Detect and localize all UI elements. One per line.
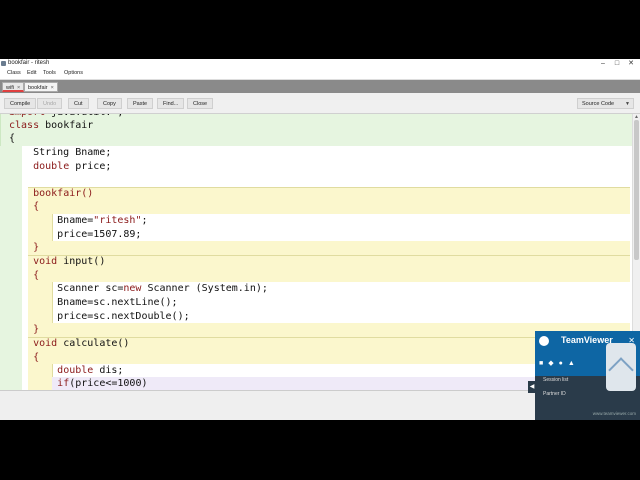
code-line-11: } xyxy=(33,242,40,253)
tab-bookfair[interactable]: bookfair × xyxy=(24,82,58,92)
code-line-19: { xyxy=(33,352,40,363)
code-line-13: { xyxy=(33,270,40,281)
code-line-14: Scanner sc=new Scanner (System.in); xyxy=(9,283,268,294)
teamviewer-brand: TeamViewer xyxy=(561,335,613,345)
teamviewer-session[interactable]: Session list xyxy=(543,377,568,383)
tab-label: wifi xyxy=(6,85,14,91)
undo-button[interactable]: Undo xyxy=(37,98,63,109)
code-line-9: Bname="ritesh"; xyxy=(9,215,148,226)
view-mode-select[interactable]: Source Code ▼ xyxy=(577,98,634,109)
code-line-15: Bname=sc.nextLine(); xyxy=(9,297,178,308)
maximize-button[interactable]: □ xyxy=(610,59,624,69)
tab-wifi[interactable]: wifi × xyxy=(2,82,25,92)
teamviewer-partner: Partner ID xyxy=(543,391,566,397)
code-line-5: double price; xyxy=(33,161,112,172)
tab-label: bookfair xyxy=(28,85,48,91)
teamviewer-toolbar-icons[interactable]: ■◆●▲ xyxy=(539,359,580,367)
toolbar: Compile Undo Cut Copy Paste Find... Clos… xyxy=(0,93,640,114)
chevron-down-icon: ▼ xyxy=(625,101,630,107)
chevron-up-icon xyxy=(608,357,634,383)
app-icon xyxy=(1,61,6,66)
close-icon[interactable]: × xyxy=(51,85,54,91)
code-line-20: double dis; xyxy=(57,365,124,376)
menu-options[interactable]: Options xyxy=(64,70,83,76)
window-title: bookfair - ritesh xyxy=(8,60,50,66)
view-mode-label: Source Code xyxy=(582,101,615,107)
code-line-10: price=1507.89; xyxy=(9,229,142,240)
close-icon[interactable]: × xyxy=(17,85,20,91)
teamviewer-expand-button[interactable] xyxy=(606,343,636,391)
minimize-button[interactable]: – xyxy=(596,59,610,69)
scrollbar-thumb[interactable] xyxy=(634,120,639,260)
title-bar: bookfair - ritesh – □ ✕ xyxy=(0,59,640,69)
paste-button[interactable]: Paste xyxy=(127,98,154,109)
teamviewer-site[interactable]: www.teamviewer.com xyxy=(593,411,636,416)
menu-bar: Class Edit Tools Options xyxy=(0,69,640,80)
code-line-16: price=sc.nextDouble(); xyxy=(9,311,190,322)
code-line-2: class bookfair xyxy=(9,120,94,131)
close-button[interactable]: Close xyxy=(187,98,214,109)
teamviewer-collapse-button[interactable]: ◀ xyxy=(528,381,536,393)
teamviewer-panel: TeamViewer ✕ ■◆●▲ Session list Partner I… xyxy=(535,331,640,420)
code-line-4: String Bname; xyxy=(9,147,112,158)
code-line-8: { xyxy=(33,201,40,212)
tab-bar: wifi × bookfair × xyxy=(0,80,640,93)
class-name: bookfair xyxy=(45,120,94,131)
code-line-21: if(price<=1000) xyxy=(57,378,148,389)
teamviewer-logo-icon xyxy=(539,336,549,346)
code-line-12: void input() xyxy=(33,256,106,267)
code-line-1-rest: java.util.*; xyxy=(51,114,123,118)
compile-button[interactable]: Compile xyxy=(4,98,37,109)
find-button[interactable]: Find... xyxy=(157,98,185,109)
code-line-7: bookfair() xyxy=(33,188,94,199)
cut-button[interactable]: Cut xyxy=(68,98,89,109)
menu-edit[interactable]: Edit xyxy=(27,70,36,76)
code-line-17: } xyxy=(33,324,40,335)
close-window-button[interactable]: ✕ xyxy=(624,59,638,69)
code-line-18: void calculate() xyxy=(33,338,130,349)
code-line-3: { xyxy=(9,133,16,144)
copy-button[interactable]: Copy xyxy=(97,98,122,109)
menu-class[interactable]: Class xyxy=(7,70,21,76)
menu-tools[interactable]: Tools xyxy=(43,70,56,76)
